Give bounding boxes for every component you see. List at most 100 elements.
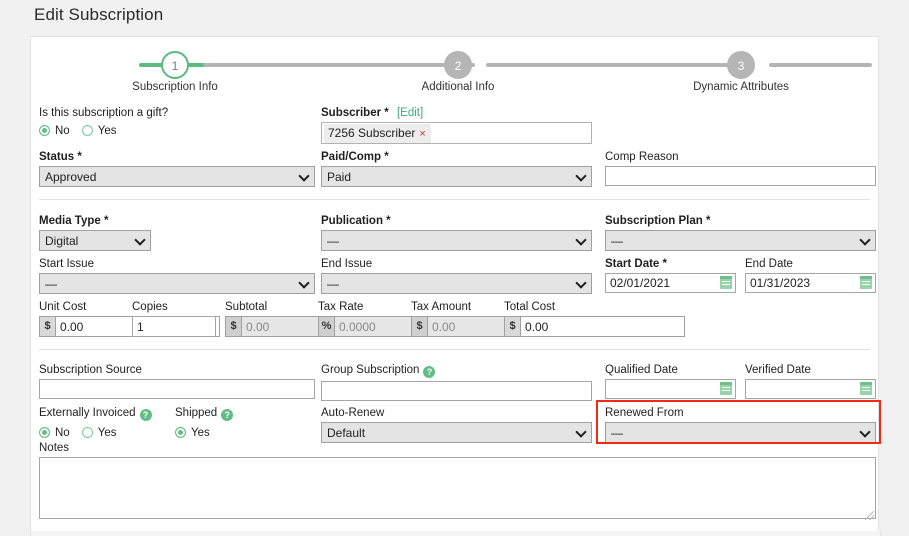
- subscriber-input[interactable]: 7256 Subscriber ×: [321, 122, 592, 144]
- calendar-icon[interactable]: [720, 276, 732, 289]
- step-line-3-end: [769, 63, 872, 67]
- gift-radio-no[interactable]: No: [39, 125, 70, 137]
- notes-label: Notes: [39, 442, 70, 454]
- gift-field: Is this subscription a gift? No Yes: [39, 107, 315, 139]
- externally-invoiced-radio-no[interactable]: No: [39, 427, 70, 439]
- subscription-plan-field: Subscription Plan * —: [605, 215, 876, 251]
- media-type-select-wrap: Digital: [39, 230, 151, 251]
- externally-invoiced-yes-label: Yes: [97, 426, 117, 439]
- auto-renew-select[interactable]: Default: [321, 422, 592, 443]
- qualified-date-field: Qualified Date: [605, 364, 736, 399]
- subscriber-edit-link[interactable]: [Edit]: [397, 107, 423, 119]
- verified-date-input[interactable]: [745, 379, 876, 399]
- help-icon[interactable]: ?: [139, 409, 152, 421]
- subscription-source-label: Subscription Source: [39, 364, 142, 376]
- section-divider-1: [39, 199, 870, 200]
- copies-label: Copies: [132, 301, 168, 313]
- edit-subscription-card: 1 Subscription Info 2 Additional Info 3 …: [30, 36, 879, 536]
- total-cost-group: $: [504, 316, 685, 337]
- notes-textarea[interactable]: [39, 457, 876, 519]
- currency-prefix-icon: $: [39, 316, 55, 337]
- comp-reason-input[interactable]: [605, 166, 876, 186]
- subtotal-group: $: [225, 316, 406, 337]
- subscription-source-input[interactable]: [39, 379, 315, 399]
- media-type-field: Media Type * Digital: [39, 215, 151, 251]
- externally-invoiced-no-label: No: [55, 426, 70, 439]
- end-issue-label: End Issue: [321, 258, 373, 270]
- subscription-plan-select[interactable]: —: [605, 230, 876, 251]
- remove-token-icon[interactable]: ×: [419, 128, 425, 140]
- publication-field: Publication * —: [321, 215, 592, 251]
- radio-dot-icon: [81, 427, 93, 438]
- tax-rate-group: %: [318, 316, 499, 337]
- help-icon[interactable]: ?: [221, 409, 234, 421]
- total-cost-input[interactable]: [520, 316, 685, 337]
- unit-cost-group: $: [39, 316, 220, 337]
- gift-radio-no-label: No: [55, 124, 70, 137]
- externally-invoiced-radio-yes[interactable]: Yes: [81, 426, 117, 439]
- end-date-input[interactable]: [745, 273, 876, 293]
- unit-cost-field: Unit Cost $: [39, 301, 220, 337]
- verified-date-wrap: [745, 379, 876, 399]
- paid-comp-select[interactable]: Paid: [321, 166, 592, 187]
- help-icon[interactable]: ?: [423, 366, 436, 378]
- end-issue-select[interactable]: —: [321, 273, 592, 294]
- end-issue-field: End Issue —: [321, 258, 592, 294]
- shipped-field: Shipped? Yes: [175, 407, 295, 441]
- notes-field: Notes: [39, 442, 876, 522]
- currency-prefix-icon: $: [504, 316, 520, 337]
- externally-invoiced-radio-group[interactable]: No Yes: [39, 424, 179, 441]
- currency-prefix-icon: $: [225, 316, 241, 337]
- shipped-radio-group[interactable]: Yes: [175, 424, 295, 441]
- start-issue-select[interactable]: —: [39, 273, 315, 294]
- status-select-wrap: Approved: [39, 166, 315, 187]
- renewed-from-select[interactable]: —: [605, 422, 876, 443]
- verified-date-label: Verified Date: [745, 364, 811, 376]
- step-1-label: Subscription Info: [132, 81, 218, 93]
- step-3-circle[interactable]: 3: [727, 51, 755, 79]
- shipped-label-row: Shipped?: [175, 407, 295, 421]
- copies-input[interactable]: [132, 316, 216, 337]
- section-divider-2: [39, 349, 870, 350]
- step-2-circle[interactable]: 2: [444, 51, 472, 79]
- notes-wrap: [39, 457, 876, 522]
- total-cost-label: Total Cost: [504, 301, 556, 313]
- radio-dot-icon: [39, 125, 50, 136]
- paid-comp-label: Paid/Comp *: [321, 151, 389, 163]
- calendar-icon[interactable]: [860, 382, 872, 395]
- radio-dot-icon: [81, 125, 93, 136]
- group-subscription-label-row: Group Subscription?: [321, 364, 592, 378]
- qualified-date-input[interactable]: [605, 379, 736, 399]
- step-1-circle[interactable]: 1: [161, 51, 189, 79]
- calendar-icon[interactable]: [860, 276, 872, 289]
- start-date-input[interactable]: [605, 273, 736, 293]
- tax-amount-field: Tax Amount $: [411, 301, 592, 337]
- externally-invoiced-label-row: Externally Invoiced?: [39, 407, 179, 421]
- subscriber-token[interactable]: 7256 Subscriber ×: [324, 124, 431, 143]
- percent-prefix-icon: %: [318, 316, 334, 337]
- gift-radio-yes[interactable]: Yes: [81, 125, 116, 137]
- tax-amount-group: $: [411, 316, 592, 337]
- qualified-date-label: Qualified Date: [605, 364, 678, 376]
- tax-amount-label: Tax Amount: [411, 301, 472, 313]
- subscriber-label-row: Subscriber * [Edit]: [321, 107, 592, 119]
- gift-radio-group[interactable]: No Yes: [39, 122, 315, 139]
- paid-comp-select-wrap: Paid: [321, 166, 592, 187]
- auto-renew-select-wrap: Default: [321, 422, 592, 443]
- group-subscription-input[interactable]: [321, 381, 592, 401]
- group-subscription-field: Group Subscription?: [321, 364, 592, 401]
- shipped-label: Shipped: [175, 407, 218, 419]
- media-type-select[interactable]: Digital: [39, 230, 151, 251]
- renewed-from-field: Renewed From —: [605, 407, 876, 443]
- page-title: Edit Subscription: [34, 5, 164, 24]
- auto-renew-field: Auto-Renew Default: [321, 407, 592, 443]
- end-date-field: End Date: [745, 258, 876, 293]
- qualified-date-wrap: [605, 379, 736, 399]
- paid-comp-field: Paid/Comp * Paid: [321, 151, 592, 187]
- publication-select[interactable]: —: [321, 230, 592, 251]
- media-type-label: Media Type *: [39, 215, 109, 227]
- start-date-field: Start Date *: [605, 258, 736, 293]
- status-select[interactable]: Approved: [39, 166, 315, 187]
- calendar-icon[interactable]: [720, 382, 732, 395]
- shipped-radio-yes[interactable]: Yes: [175, 427, 210, 439]
